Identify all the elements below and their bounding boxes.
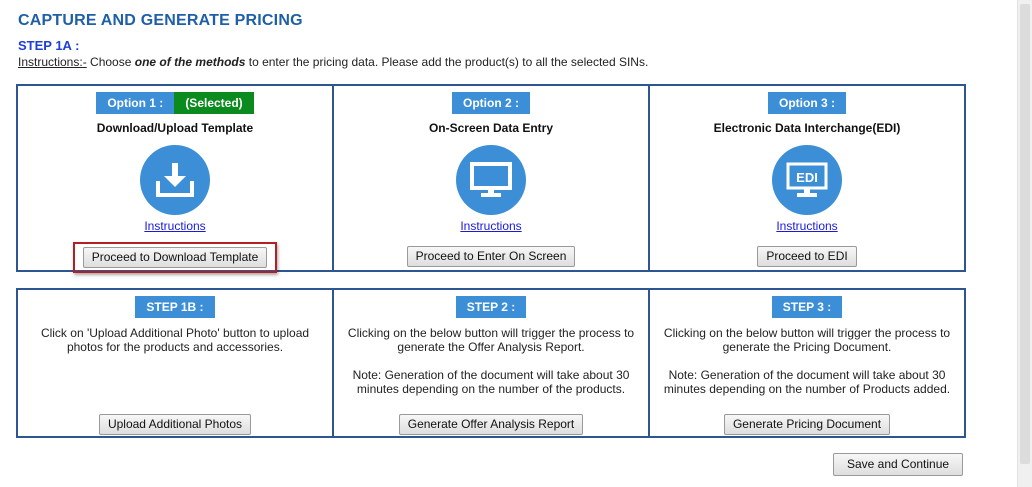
option-3-instructions-link[interactable]: Instructions: [776, 219, 837, 233]
option-3-cell: Option 3 : Electronic Data Interchange(E…: [648, 84, 966, 272]
edi-icon-text: EDI: [796, 170, 818, 185]
edi-monitor-icon[interactable]: EDI: [772, 145, 842, 215]
step-2-description: Clicking on the below button will trigge…: [347, 326, 635, 354]
steps-grid: STEP 1B : Click on 'Upload Additional Ph…: [16, 288, 966, 438]
option-1-title: Download/Upload Template: [96, 121, 254, 135]
step-3-badge: STEP 3 :: [771, 296, 843, 318]
vertical-scrollbar[interactable]: [1017, 0, 1032, 487]
upload-additional-photos-button[interactable]: Upload Additional Photos: [98, 414, 252, 435]
instructions-text-1: Choose: [86, 55, 135, 69]
option-2-cell: Option 2 : On-Screen Data Entry Instruct…: [332, 84, 650, 272]
option-1-selected-badge: (Selected): [174, 92, 254, 114]
step-3-description: Clicking on the below button will trigge…: [663, 326, 951, 354]
step-3-cell: STEP 3 : Clicking on the below button wi…: [648, 288, 966, 438]
option-1-highlight: Proceed to Download Template: [72, 242, 278, 273]
step-2-badge: STEP 2 :: [455, 296, 527, 318]
proceed-edi-button[interactable]: Proceed to EDI: [757, 246, 857, 267]
option-1-instructions-link[interactable]: Instructions: [144, 219, 205, 233]
option-3-badge: Option 3 :: [768, 92, 846, 114]
option-2-title: On-Screen Data Entry: [428, 121, 554, 135]
step-2-cell: STEP 2 : Clicking on the below button wi…: [332, 288, 650, 438]
option-3-title: Electronic Data Interchange(EDI): [713, 121, 901, 135]
generate-pricing-document-button[interactable]: Generate Pricing Document: [723, 414, 891, 435]
step-1b-badge: STEP 1B :: [135, 296, 215, 318]
step-3-note: Note: Generation of the document will ta…: [663, 368, 951, 396]
save-and-continue-button[interactable]: Save and Continue: [833, 453, 964, 476]
instructions-text-2: to enter the pricing data. Please add th…: [245, 55, 649, 69]
options-grid: Option 1 : (Selected) Download/Upload Tem…: [16, 84, 966, 273]
option-2-instructions-link[interactable]: Instructions: [460, 219, 521, 233]
download-tray-icon[interactable]: [140, 145, 210, 215]
instructions-prefix: Instructions:-: [18, 55, 87, 69]
option-2-badge: Option 2 :: [452, 92, 530, 114]
scrollbar-thumb[interactable]: [1020, 4, 1030, 464]
option-1-badge: Option 1 :: [96, 92, 175, 114]
proceed-enter-on-screen-button[interactable]: Proceed to Enter On Screen: [406, 246, 576, 267]
proceed-download-template-button[interactable]: Proceed to Download Template: [82, 247, 268, 268]
instructions-emphasis: one of the methods: [134, 55, 246, 69]
monitor-icon[interactable]: [456, 145, 526, 215]
step-2-note: Note: Generation of the document will ta…: [352, 368, 630, 396]
page-title: CAPTURE AND GENERATE PRICING: [18, 12, 303, 29]
step-1a-label: STEP 1A :: [18, 38, 80, 53]
step-1b-description: Click on 'Upload Additional Photo' butto…: [40, 326, 310, 354]
generate-offer-analysis-report-button[interactable]: Generate Offer Analysis Report: [398, 414, 584, 435]
instructions-line: Instructions:- Choose one of the methods…: [18, 55, 648, 69]
step-1b-cell: STEP 1B : Click on 'Upload Additional Ph…: [16, 288, 334, 438]
option-1-cell: Option 1 : (Selected) Download/Upload Tem…: [16, 84, 334, 273]
